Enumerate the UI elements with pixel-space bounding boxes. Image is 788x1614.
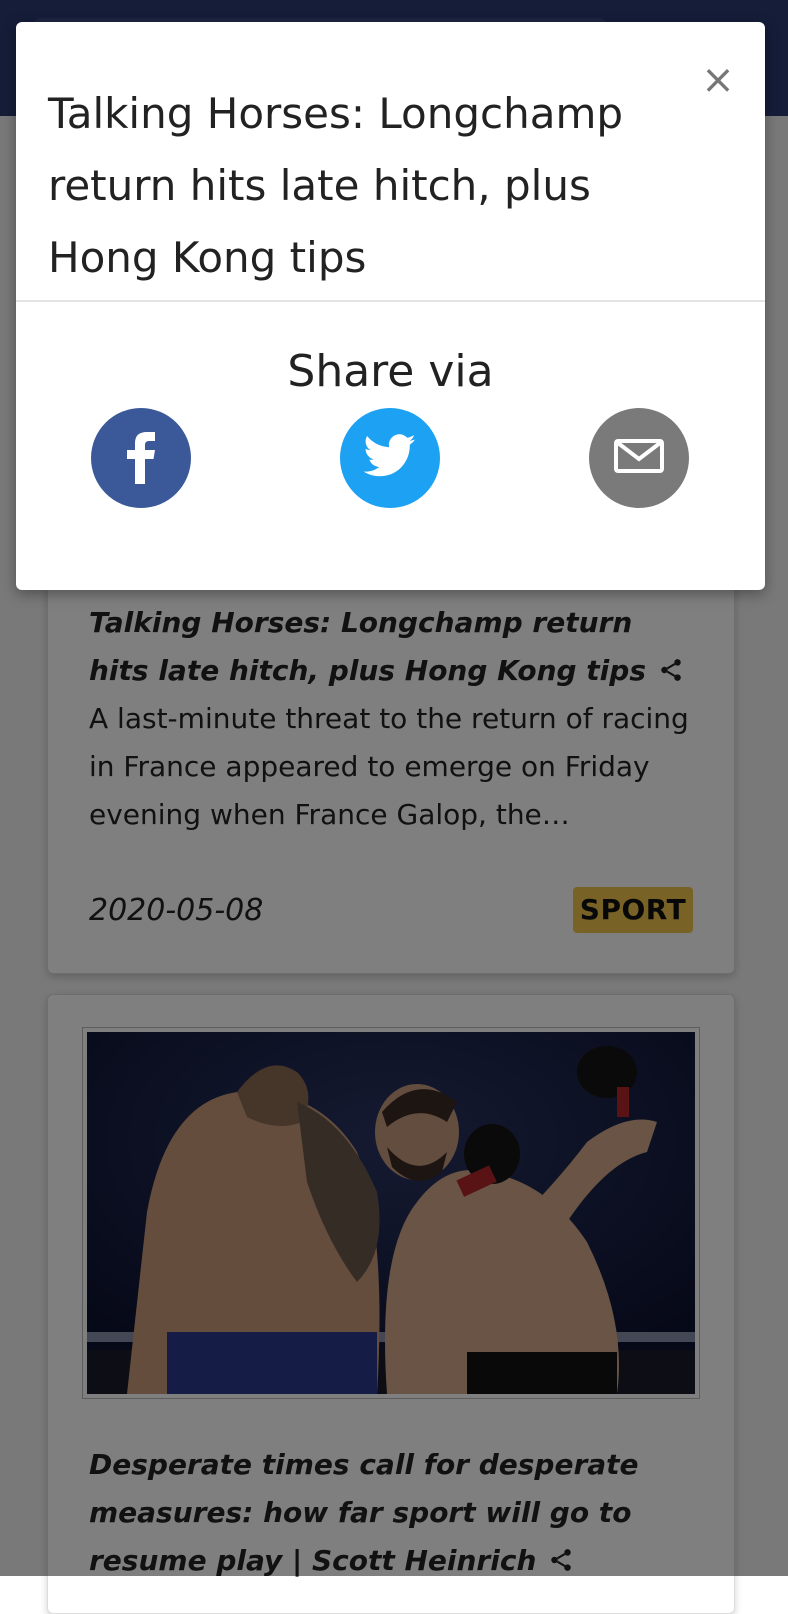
share-twitter-button[interactable] bbox=[340, 408, 440, 508]
modal-divider bbox=[16, 300, 765, 302]
modal-title: Talking Horses: Longchamp return hits la… bbox=[48, 89, 624, 282]
close-icon[interactable]: × bbox=[701, 57, 735, 103]
share-modal: Talking Horses: Longchamp return hits la… bbox=[16, 22, 765, 590]
share-email-button[interactable] bbox=[589, 408, 689, 508]
twitter-icon bbox=[363, 434, 417, 482]
share-via-label: Share via bbox=[287, 346, 494, 397]
mail-icon bbox=[614, 439, 664, 477]
close-button[interactable]: × bbox=[696, 58, 740, 102]
facebook-icon bbox=[119, 428, 163, 488]
share-facebook-button[interactable] bbox=[91, 408, 191, 508]
